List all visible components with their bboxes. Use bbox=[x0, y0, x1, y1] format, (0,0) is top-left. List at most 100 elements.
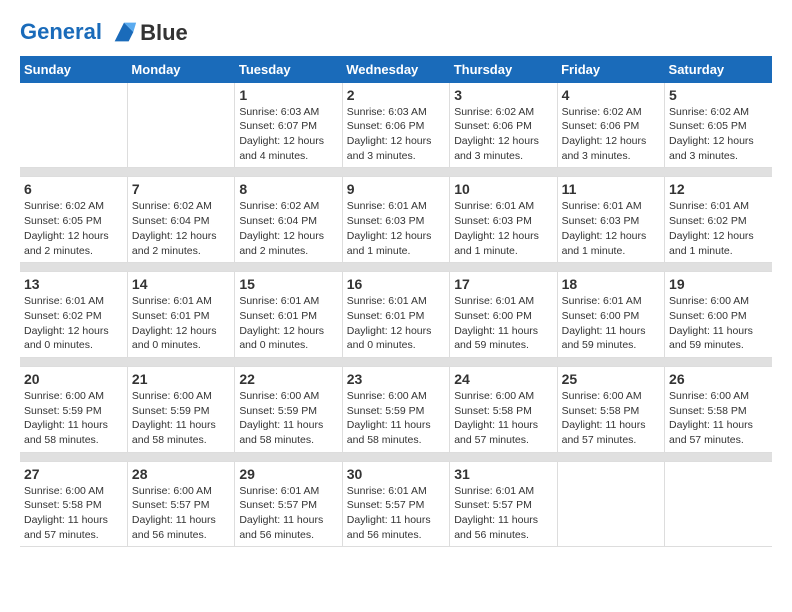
day-number: 11 bbox=[562, 181, 660, 197]
week-row: 6 Sunrise: 6:02 AM Sunset: 6:05 PM Daylig… bbox=[20, 177, 772, 263]
calendar-cell bbox=[127, 83, 234, 168]
day-number: 29 bbox=[239, 466, 337, 482]
day-number: 31 bbox=[454, 466, 552, 482]
calendar-body: 1Sunrise: 6:03 AM Sunset: 6:07 PM Daylig… bbox=[20, 83, 772, 547]
calendar-cell: 3 Sunrise: 6:02 AM Sunset: 6:06 PM Daylig… bbox=[450, 83, 557, 168]
calendar-cell: 25 Sunrise: 6:00 AM Sunset: 5:58 PM Dayli… bbox=[557, 366, 664, 452]
day-number: 22 bbox=[239, 371, 337, 387]
day-number: 6 bbox=[24, 181, 123, 197]
day-number: 9 bbox=[347, 181, 445, 197]
day-info: Sunrise: 6:02 AM Sunset: 6:05 PM Dayligh… bbox=[669, 105, 768, 164]
calendar-cell: 29 Sunrise: 6:01 AM Sunset: 5:57 PM Dayli… bbox=[235, 461, 342, 547]
calendar-cell: 13Sunrise: 6:01 AM Sunset: 6:02 PM Dayli… bbox=[20, 272, 127, 358]
calendar-cell: 4 Sunrise: 6:02 AM Sunset: 6:06 PM Daylig… bbox=[557, 83, 664, 168]
logo: General Blue bbox=[20, 20, 188, 46]
day-info: Sunrise: 6:01 AM Sunset: 5:57 PM Dayligh… bbox=[239, 484, 337, 543]
day-info: Sunrise: 6:00 AM Sunset: 5:59 PM Dayligh… bbox=[24, 389, 123, 448]
day-number: 28 bbox=[132, 466, 230, 482]
day-info: Sunrise: 6:01 AM Sunset: 6:02 PM Dayligh… bbox=[24, 294, 123, 353]
day-info: Sunrise: 6:01 AM Sunset: 6:01 PM Dayligh… bbox=[239, 294, 337, 353]
day-info: Sunrise: 6:01 AM Sunset: 6:00 PM Dayligh… bbox=[562, 294, 660, 353]
weekday-header: Saturday bbox=[665, 56, 772, 83]
day-info: Sunrise: 6:02 AM Sunset: 6:06 PM Dayligh… bbox=[562, 105, 660, 164]
day-number: 4 bbox=[562, 87, 660, 103]
day-info: Sunrise: 6:00 AM Sunset: 5:58 PM Dayligh… bbox=[24, 484, 123, 543]
calendar-cell: 17 Sunrise: 6:01 AM Sunset: 6:00 PM Dayli… bbox=[450, 272, 557, 358]
logo-icon bbox=[110, 18, 138, 46]
weekday-header: Sunday bbox=[20, 56, 127, 83]
day-number: 27 bbox=[24, 466, 123, 482]
day-info: Sunrise: 6:01 AM Sunset: 5:57 PM Dayligh… bbox=[454, 484, 552, 543]
day-number: 24 bbox=[454, 371, 552, 387]
day-number: 17 bbox=[454, 276, 552, 292]
calendar-cell: 22 Sunrise: 6:00 AM Sunset: 5:59 PM Dayli… bbox=[235, 366, 342, 452]
day-number: 12 bbox=[669, 181, 768, 197]
calendar-cell: 16 Sunrise: 6:01 AM Sunset: 6:01 PM Dayli… bbox=[342, 272, 449, 358]
day-info: Sunrise: 6:00 AM Sunset: 5:57 PM Dayligh… bbox=[132, 484, 230, 543]
day-info: Sunrise: 6:00 AM Sunset: 5:59 PM Dayligh… bbox=[132, 389, 230, 448]
calendar-cell: 23 Sunrise: 6:00 AM Sunset: 5:59 PM Dayli… bbox=[342, 366, 449, 452]
day-number: 3 bbox=[454, 87, 552, 103]
week-spacer bbox=[20, 263, 772, 272]
logo-text: General bbox=[20, 20, 138, 46]
day-info: Sunrise: 6:00 AM Sunset: 5:59 PM Dayligh… bbox=[239, 389, 337, 448]
day-number: 23 bbox=[347, 371, 445, 387]
day-info: Sunrise: 6:01 AM Sunset: 6:03 PM Dayligh… bbox=[454, 199, 552, 258]
day-info: Sunrise: 6:00 AM Sunset: 6:00 PM Dayligh… bbox=[669, 294, 768, 353]
day-info: Sunrise: 6:01 AM Sunset: 6:02 PM Dayligh… bbox=[669, 199, 768, 258]
calendar-table: SundayMondayTuesdayWednesdayThursdayFrid… bbox=[20, 56, 772, 548]
week-row: 13Sunrise: 6:01 AM Sunset: 6:02 PM Dayli… bbox=[20, 272, 772, 358]
day-number: 21 bbox=[132, 371, 230, 387]
calendar-cell: 2 Sunrise: 6:03 AM Sunset: 6:06 PM Daylig… bbox=[342, 83, 449, 168]
calendar-cell: 6 Sunrise: 6:02 AM Sunset: 6:05 PM Daylig… bbox=[20, 177, 127, 263]
day-info: Sunrise: 6:01 AM Sunset: 6:00 PM Dayligh… bbox=[454, 294, 552, 353]
day-info: Sunrise: 6:01 AM Sunset: 6:01 PM Dayligh… bbox=[347, 294, 445, 353]
day-info: Sunrise: 6:02 AM Sunset: 6:05 PM Dayligh… bbox=[24, 199, 123, 258]
day-info: Sunrise: 6:01 AM Sunset: 5:57 PM Dayligh… bbox=[347, 484, 445, 543]
day-info: Sunrise: 6:03 AM Sunset: 6:06 PM Dayligh… bbox=[347, 105, 445, 164]
week-row: 1Sunrise: 6:03 AM Sunset: 6:07 PM Daylig… bbox=[20, 83, 772, 168]
week-spacer bbox=[20, 452, 772, 461]
day-number: 2 bbox=[347, 87, 445, 103]
calendar-cell bbox=[557, 461, 664, 547]
day-number: 7 bbox=[132, 181, 230, 197]
day-number: 10 bbox=[454, 181, 552, 197]
day-info: Sunrise: 6:00 AM Sunset: 5:58 PM Dayligh… bbox=[562, 389, 660, 448]
weekday-header: Friday bbox=[557, 56, 664, 83]
day-number: 15 bbox=[239, 276, 337, 292]
calendar-cell: 20 Sunrise: 6:00 AM Sunset: 5:59 PM Dayli… bbox=[20, 366, 127, 452]
day-number: 16 bbox=[347, 276, 445, 292]
calendar-cell: 1Sunrise: 6:03 AM Sunset: 6:07 PM Daylig… bbox=[235, 83, 342, 168]
calendar-cell: 12 Sunrise: 6:01 AM Sunset: 6:02 PM Dayli… bbox=[665, 177, 772, 263]
day-number: 19 bbox=[669, 276, 768, 292]
calendar-cell: 8Sunrise: 6:02 AM Sunset: 6:04 PM Daylig… bbox=[235, 177, 342, 263]
calendar-cell: 18Sunrise: 6:01 AM Sunset: 6:00 PM Dayli… bbox=[557, 272, 664, 358]
day-number: 30 bbox=[347, 466, 445, 482]
day-info: Sunrise: 6:00 AM Sunset: 5:59 PM Dayligh… bbox=[347, 389, 445, 448]
calendar-cell: 31 Sunrise: 6:01 AM Sunset: 5:57 PM Dayli… bbox=[450, 461, 557, 547]
calendar-cell: 28 Sunrise: 6:00 AM Sunset: 5:57 PM Dayli… bbox=[127, 461, 234, 547]
day-number: 25 bbox=[562, 371, 660, 387]
day-number: 20 bbox=[24, 371, 123, 387]
calendar-cell: 21 Sunrise: 6:00 AM Sunset: 5:59 PM Dayli… bbox=[127, 366, 234, 452]
day-info: Sunrise: 6:03 AM Sunset: 6:07 PM Dayligh… bbox=[239, 105, 337, 164]
day-info: Sunrise: 6:01 AM Sunset: 6:03 PM Dayligh… bbox=[562, 199, 660, 258]
day-info: Sunrise: 6:01 AM Sunset: 6:03 PM Dayligh… bbox=[347, 199, 445, 258]
calendar-header: SundayMondayTuesdayWednesdayThursdayFrid… bbox=[20, 56, 772, 83]
day-info: Sunrise: 6:02 AM Sunset: 6:06 PM Dayligh… bbox=[454, 105, 552, 164]
logo-blue: Blue bbox=[140, 21, 188, 45]
page-header: General Blue bbox=[20, 20, 772, 46]
calendar-cell bbox=[20, 83, 127, 168]
calendar-cell: 5 Sunrise: 6:02 AM Sunset: 6:05 PM Daylig… bbox=[665, 83, 772, 168]
day-info: Sunrise: 6:00 AM Sunset: 5:58 PM Dayligh… bbox=[669, 389, 768, 448]
week-spacer bbox=[20, 168, 772, 177]
day-number: 14 bbox=[132, 276, 230, 292]
calendar-cell: 15 Sunrise: 6:01 AM Sunset: 6:01 PM Dayli… bbox=[235, 272, 342, 358]
day-number: 5 bbox=[669, 87, 768, 103]
calendar-cell: 24Sunrise: 6:00 AM Sunset: 5:58 PM Dayli… bbox=[450, 366, 557, 452]
weekday-header: Tuesday bbox=[235, 56, 342, 83]
calendar-cell: 30 Sunrise: 6:01 AM Sunset: 5:57 PM Dayli… bbox=[342, 461, 449, 547]
calendar-cell: 7Sunrise: 6:02 AM Sunset: 6:04 PM Daylig… bbox=[127, 177, 234, 263]
week-spacer bbox=[20, 357, 772, 366]
calendar-cell: 9 Sunrise: 6:01 AM Sunset: 6:03 PM Daylig… bbox=[342, 177, 449, 263]
